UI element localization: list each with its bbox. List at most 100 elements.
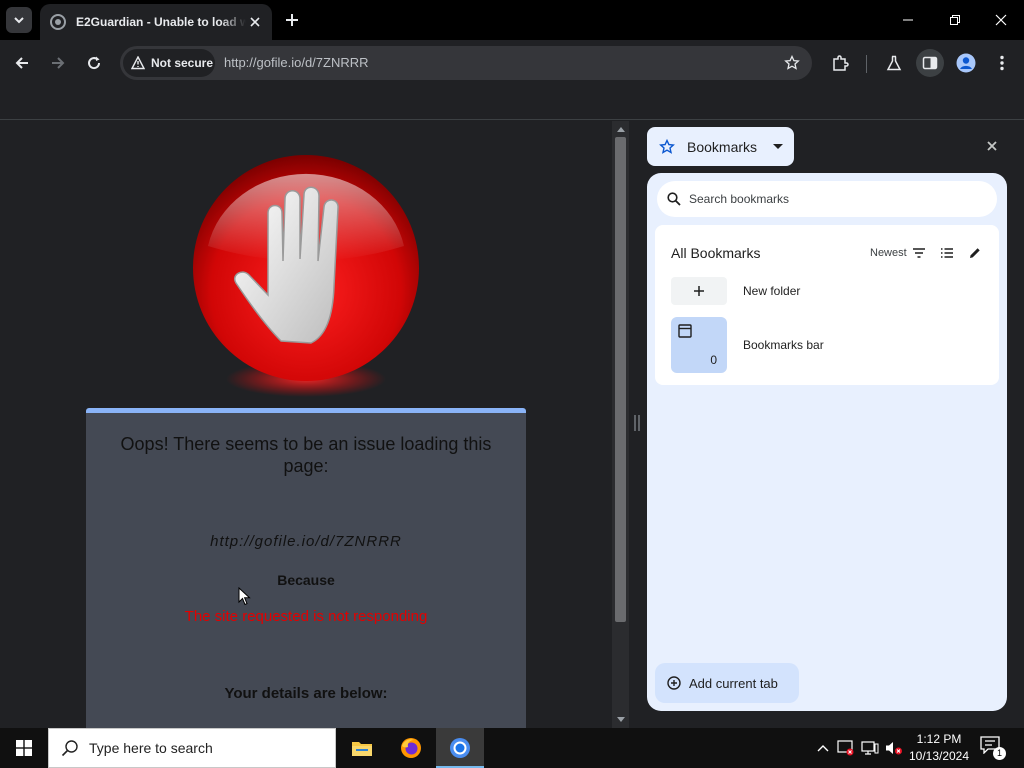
file-explorer-button[interactable] [338,728,386,768]
tray-overflow-button[interactable] [813,738,833,758]
details-heading: Your details are below: [224,685,388,702]
start-button[interactable] [0,728,48,768]
blocked-url: http://gofile.io/d/7ZNRRR [210,533,402,550]
bookmarks-bar [0,86,1024,120]
error-heading: Oops! There seems to be an issue loading… [120,434,492,476]
network-icon [861,741,879,755]
tray-volume-button[interactable] [884,738,904,758]
stop-hand-icon [193,155,419,397]
reload-button[interactable] [80,49,108,77]
side-panel-selector[interactable]: Bookmarks [647,127,794,166]
back-button[interactable] [8,49,36,77]
folder-name: Bookmarks bar [743,338,824,352]
scrollbar-thumb[interactable] [615,137,626,622]
side-panel-close-button[interactable] [983,137,1001,155]
scroll-up-button[interactable] [612,121,629,137]
close-icon [250,17,260,27]
new-tab-button[interactable] [282,10,302,30]
plus-icon [286,14,298,26]
taskbar-clock[interactable]: 1:12 PM 10/13/2024 [906,731,972,765]
error-card: Oops! There seems to be an issue loading… [86,408,526,728]
add-current-tab-label: Add current tab [689,675,778,691]
scroll-down-button[interactable] [612,712,629,728]
clock-date: 10/13/2024 [908,749,970,763]
shield-alert-icon [837,740,854,756]
warning-icon [131,56,145,70]
page-viewport: Oops! There seems to be an issue loading… [0,121,612,728]
bookmark-star-button[interactable] [782,53,802,73]
side-panel-button[interactable] [916,49,944,77]
chevron-up-icon [817,745,829,752]
side-panel: Bookmarks All Bookmarks Newest [640,121,1024,728]
windows-logo-icon [16,740,32,756]
firefox-icon [401,738,421,758]
bookmark-search-input[interactable] [689,192,969,206]
sort-button[interactable]: Newest [870,243,925,263]
puzzle-icon [833,55,849,71]
labs-button[interactable] [880,49,908,77]
plus-icon [694,286,704,296]
minimize-button[interactable] [894,6,922,34]
bookmarks-panel: All Bookmarks Newest New folder 0 [647,173,1007,711]
edit-button[interactable] [965,243,985,263]
new-folder-row[interactable]: New folder [671,277,800,305]
folder-item-count: 0 [710,353,717,367]
mouse-cursor-icon [238,587,251,606]
search-icon [667,192,681,206]
url-text[interactable]: http://gofile.io/d/7ZNRRR [224,55,369,70]
side-panel-title: Bookmarks [687,138,758,155]
tray-security-button[interactable] [836,738,856,758]
close-icon [987,141,997,151]
arrow-right-icon [52,57,65,69]
forward-button[interactable] [44,49,72,77]
menu-button[interactable] [988,49,1016,77]
globe-icon [50,14,66,30]
flask-icon [886,55,902,71]
triangle-up-icon [616,127,625,132]
bookmark-star-icon [659,138,675,154]
new-folder-label: New folder [743,284,801,298]
notification-center-button[interactable]: 1 [980,736,1006,760]
caret-down-icon [773,144,784,149]
tray-network-button[interactable] [860,738,880,758]
sort-label: Newest [870,247,907,259]
security-label: Not secure [151,56,214,70]
bookmark-folder-item[interactable]: 0 Bookmarks bar [671,317,824,373]
chrome-icon [450,738,470,758]
firefox-button[interactable] [387,728,435,768]
tab-e2guardian[interactable]: E2Guardian - Unable to load w [40,4,272,40]
restore-icon [950,15,960,25]
folder-icon [352,742,372,756]
add-circle-icon [667,676,681,690]
restore-button[interactable] [941,6,969,34]
security-chip[interactable]: Not secure [123,49,215,77]
add-current-tab-button[interactable]: Add current tab [655,663,799,703]
star-icon [784,55,800,70]
close-window-button[interactable] [987,6,1015,34]
speaker-muted-icon [886,742,902,755]
list-icon [941,248,953,258]
address-bar[interactable]: Not secure http://gofile.io/d/7ZNRRR [120,46,812,80]
tab-strip: E2Guardian - Unable to load w [0,0,1024,40]
view-list-button[interactable] [937,243,957,263]
chrome-button[interactable] [436,728,484,768]
taskbar-search-box[interactable]: Type here to search [48,728,336,768]
pencil-icon [970,248,980,258]
page-scrollbar[interactable] [612,121,629,728]
tab-search-button[interactable] [6,7,32,33]
avatar-icon [956,53,976,73]
bookmarks-bar-icon [678,324,692,338]
profile-button[interactable] [952,49,980,77]
extensions-button[interactable] [826,49,854,77]
bookmark-search-box[interactable] [657,181,997,217]
tab-close-button[interactable] [246,13,264,31]
clock-time: 1:12 PM [916,732,962,746]
sort-icon [912,248,925,258]
chevron-down-icon [14,17,24,24]
notification-badge: 1 [993,747,1006,760]
search-icon [61,740,78,757]
side-panel-icon [922,56,938,70]
folder-tile: 0 [671,317,727,373]
browser-toolbar: Not secure http://gofile.io/d/7ZNRRR [0,40,1024,86]
error-reason: The site requested is not responding [184,608,428,625]
